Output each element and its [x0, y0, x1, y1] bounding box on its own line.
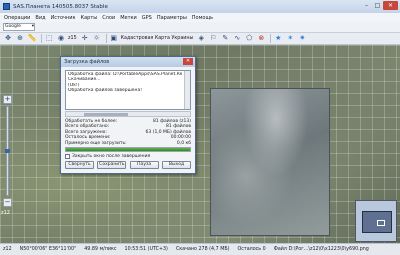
log-vertical-scrollbar[interactable]	[184, 71, 190, 109]
maximize-button[interactable]: □	[372, 1, 383, 10]
download-progress-bar	[65, 147, 191, 153]
stat-label: Примерно еще загрузить:	[65, 140, 127, 146]
zoom-level-label: z12	[1, 210, 10, 216]
close-button[interactable]: ✕	[383, 1, 398, 10]
status-downloaded: Скачано 278 (4,7 МБ)	[175, 247, 230, 252]
layers-icon[interactable]: ◈	[196, 34, 206, 44]
minimap-area	[362, 211, 392, 233]
menu-marks[interactable]: Метки	[120, 15, 137, 21]
status-remaining: Осталось 0	[237, 247, 266, 252]
status-zoom: z12	[3, 247, 12, 252]
title-bar: SAS.Планета 140505.8037 Stable – □ ✕	[0, 0, 400, 13]
toolbar-separator	[105, 34, 107, 43]
status-coordinates: N50°00'06" E36°11'00"	[19, 247, 77, 252]
globe-icon[interactable]: ◉	[56, 34, 66, 44]
status-time: 10:53:51 (UTC+3)	[124, 247, 168, 252]
dialog-title: Загрузка файлов	[64, 59, 110, 65]
zoom-out-button[interactable]: −	[3, 198, 12, 207]
download-stats: Обработать не более: 81 файлов (z13) Все…	[65, 119, 191, 146]
move-tool-icon[interactable]: ✥	[3, 34, 13, 44]
status-bar: z12 N50°00'06" E36°11'00" 49.89 м/пикс 1…	[0, 243, 400, 255]
favorite-add-icon[interactable]: ✶	[285, 34, 295, 44]
window-controls: – □ ✕	[361, 1, 398, 10]
select-area-icon[interactable]: ⬚	[44, 34, 54, 44]
zoom-in-button[interactable]: +	[3, 95, 12, 104]
favorite-star-icon[interactable]: ★	[273, 34, 283, 44]
zoom-slider[interactable]: + −	[3, 95, 12, 210]
progress-fill	[66, 148, 190, 152]
status-file: Файл D:\Рог...\z12\0\x1223\0\y690.png	[273, 247, 369, 252]
toolbar-separator	[41, 34, 42, 43]
menu-bar: Операции Вид Источник Карты Слои Метки G…	[0, 13, 400, 22]
minimize-button[interactable]: –	[361, 1, 372, 10]
menu-settings[interactable]: Параметры	[157, 15, 187, 21]
sun-icon[interactable]: ☼	[92, 34, 102, 44]
stop-icon[interactable]: ⊗	[256, 34, 266, 44]
zoom-in-tool-icon[interactable]: ⊕	[15, 34, 25, 44]
dialog-buttons: Свернуть Сохранить Пауза Выход	[65, 161, 191, 170]
minimap[interactable]	[355, 200, 397, 242]
close-after-finish-checkbox[interactable]	[65, 154, 70, 160]
menu-maps[interactable]: Карты	[81, 15, 98, 21]
checkbox-label: Закрыть окно после завершения	[72, 154, 151, 160]
status-scale: 49.89 м/пикс	[84, 247, 117, 252]
window-title: SAS.Планета 140505.8037 Stable	[13, 3, 108, 10]
chevron-down-icon: ▾	[31, 24, 34, 29]
toolbar-separator	[270, 34, 272, 43]
menu-source[interactable]: Источник	[51, 15, 76, 21]
search-engine-value: Google	[5, 24, 21, 29]
minimize-dialog-button[interactable]: Свернуть	[65, 161, 94, 170]
menu-gps[interactable]: GPS	[142, 15, 152, 21]
main-toolbar: ✥ ⊕ 📏 ⬚ ◉ z15 ✛ ☼ ▣ Кадастровая Карта Ук…	[0, 33, 400, 45]
search-engine-select[interactable]: Google ▾	[3, 23, 35, 31]
menu-view[interactable]: Вид	[35, 15, 45, 21]
log-line: Обработка файлов завершена!	[68, 88, 143, 94]
menu-layers[interactable]: Слои	[102, 15, 115, 21]
shape-icon[interactable]: ⬠	[244, 34, 254, 44]
exit-button[interactable]: Выход	[161, 161, 191, 170]
dialog-close-button[interactable]: ✕	[183, 58, 193, 65]
app-icon	[3, 3, 10, 10]
close-after-finish-row: Закрыть окно после завершения	[65, 154, 191, 160]
zoom-thumb[interactable]	[5, 149, 10, 153]
stat-value: 0,0 кб	[176, 140, 191, 146]
scroll-thumb[interactable]	[84, 113, 128, 116]
download-log[interactable]: Обработка файла: D:\PortableApps\SAS.Pla…	[65, 70, 191, 110]
minimap-viewport[interactable]	[377, 220, 385, 226]
log-horizontal-scrollbar[interactable]	[65, 111, 191, 117]
downloaded-tiles	[210, 88, 330, 236]
marker-icon[interactable]: ⚐	[208, 34, 218, 44]
zoom-level-select[interactable]: z15	[68, 36, 77, 41]
save-button[interactable]: Сохранить	[97, 161, 127, 170]
download-dialog: Загрузка файлов ✕ Обработка файла: D:\Po…	[60, 56, 196, 174]
dialog-title-bar: Загрузка файлов	[61, 57, 195, 67]
pause-button[interactable]: Пауза	[129, 161, 159, 170]
map-type-icon[interactable]: ▣	[109, 34, 119, 44]
crosshair-icon[interactable]: ✛	[80, 34, 90, 44]
menu-help[interactable]: Помощь	[192, 15, 213, 21]
menu-operations[interactable]: Операции	[4, 15, 30, 21]
edit-icon[interactable]: ✎	[220, 34, 230, 44]
favorite-list-icon[interactable]: ✷	[297, 34, 307, 44]
stat-row: Примерно еще загрузить: 0,0 кб	[65, 141, 191, 146]
zoom-track[interactable]	[5, 106, 10, 196]
ruler-tool-icon[interactable]: 📏	[27, 34, 37, 44]
map-source-select[interactable]: Кадастровая Карта Украины	[121, 36, 194, 41]
search-toolbar: Google ▾	[0, 22, 400, 33]
path-icon[interactable]: ∿	[232, 34, 242, 44]
